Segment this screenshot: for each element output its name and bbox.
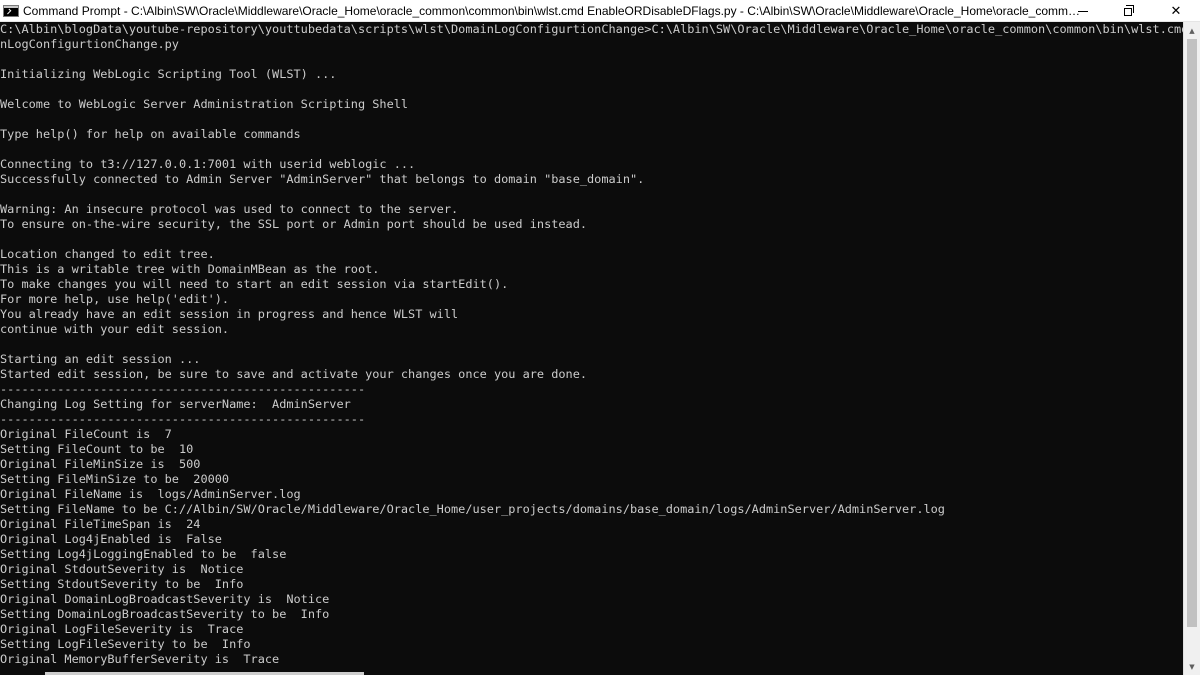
restore-icon bbox=[1124, 5, 1134, 16]
console-line: Setting FileName to be C://Albin/SW/Orac… bbox=[0, 502, 945, 516]
console-line: Starting an edit session ... bbox=[0, 352, 201, 366]
console-line: Welcome to WebLogic Server Administratio… bbox=[0, 97, 409, 111]
console-output[interactable]: C:\Albin\blogData\youtube-repository\you… bbox=[0, 22, 1183, 675]
console-line: Warning: An insecure protocol was used t… bbox=[0, 202, 459, 216]
console-line: Setting StdoutSeverity to be Info bbox=[0, 577, 244, 591]
console-line: Started edit session, be sure to save an… bbox=[0, 367, 588, 381]
minimize-icon bbox=[1078, 10, 1088, 12]
console-line: Original StdoutSeverity is Notice bbox=[0, 562, 244, 576]
window-title: Command Prompt - C:\Albin\SW\Oracle\Midd… bbox=[23, 3, 1085, 18]
console-line: nLogConfigurtionChange.py bbox=[0, 37, 179, 51]
restore-button[interactable] bbox=[1106, 0, 1152, 22]
console-line: Setting Log4jLoggingEnabled to be false bbox=[0, 547, 287, 561]
console-line: ----------------------------------------… bbox=[0, 412, 366, 426]
console-line: Setting FileMinSize to be 20000 bbox=[0, 472, 230, 486]
console-text: C:\Albin\blogData\youtube-repository\you… bbox=[0, 22, 1183, 667]
console-line: For more help, use help('edit'). bbox=[0, 292, 230, 306]
console-line: Original FileCount is 7 bbox=[0, 427, 172, 441]
console-line: ----------------------------------------… bbox=[0, 382, 366, 396]
close-button[interactable]: ✕ bbox=[1152, 0, 1200, 22]
vertical-scrollbar[interactable]: ▲ ▼ bbox=[1183, 22, 1200, 675]
command-prompt-window: Command Prompt - C:\Albin\SW\Oracle\Midd… bbox=[0, 0, 1200, 675]
console-line: Original LogFileSeverity is Trace bbox=[0, 622, 244, 636]
console-line: Setting DomainLogBroadcastSeverity to be… bbox=[0, 607, 330, 621]
title-bar[interactable]: Command Prompt - C:\Albin\SW\Oracle\Midd… bbox=[0, 0, 1200, 22]
console-line: Original MemoryBufferSeverity is Trace bbox=[0, 652, 280, 666]
console-line: Original DomainLogBroadcastSeverity is N… bbox=[0, 592, 330, 606]
minimize-button[interactable] bbox=[1060, 0, 1106, 22]
console-line: Changing Log Setting for serverName: Adm… bbox=[0, 397, 351, 411]
console-line: You already have an edit session in prog… bbox=[0, 307, 459, 321]
command-prompt-icon[interactable] bbox=[3, 4, 19, 17]
scroll-down-arrow-icon[interactable]: ▼ bbox=[1184, 658, 1200, 675]
console-line: Original FileTimeSpan is 24 bbox=[0, 517, 201, 531]
console-line: Setting LogFileSeverity to be Info bbox=[0, 637, 251, 651]
console-line: To ensure on-the-wire security, the SSL … bbox=[0, 217, 588, 231]
console-line: continue with your edit session. bbox=[0, 322, 230, 336]
console-line: Original Log4jEnabled is False bbox=[0, 532, 222, 546]
console-line: C:\Albin\blogData\youtube-repository\you… bbox=[0, 22, 1183, 36]
console-line: Connecting to t3://127.0.0.1:7001 with u… bbox=[0, 157, 416, 171]
console-line: Initializing WebLogic Scripting Tool (WL… bbox=[0, 67, 337, 81]
console-line: Original FileName is logs/AdminServer.lo… bbox=[0, 487, 301, 501]
close-icon: ✕ bbox=[1170, 3, 1182, 19]
vertical-scrollbar-thumb[interactable] bbox=[1187, 39, 1197, 627]
scroll-up-arrow-icon[interactable]: ▲ bbox=[1184, 22, 1200, 39]
console-line: Setting FileCount to be 10 bbox=[0, 442, 194, 456]
console-line: To make changes you will need to start a… bbox=[0, 277, 509, 291]
console-line: Successfully connected to Admin Server "… bbox=[0, 172, 645, 186]
window-controls: ✕ bbox=[1060, 0, 1200, 22]
console-line: Type help() for help on available comman… bbox=[0, 127, 301, 141]
console-line: This is a writable tree with DomainMBean… bbox=[0, 262, 380, 276]
console-line: Original FileMinSize is 500 bbox=[0, 457, 201, 471]
console-line: Location changed to edit tree. bbox=[0, 247, 215, 261]
